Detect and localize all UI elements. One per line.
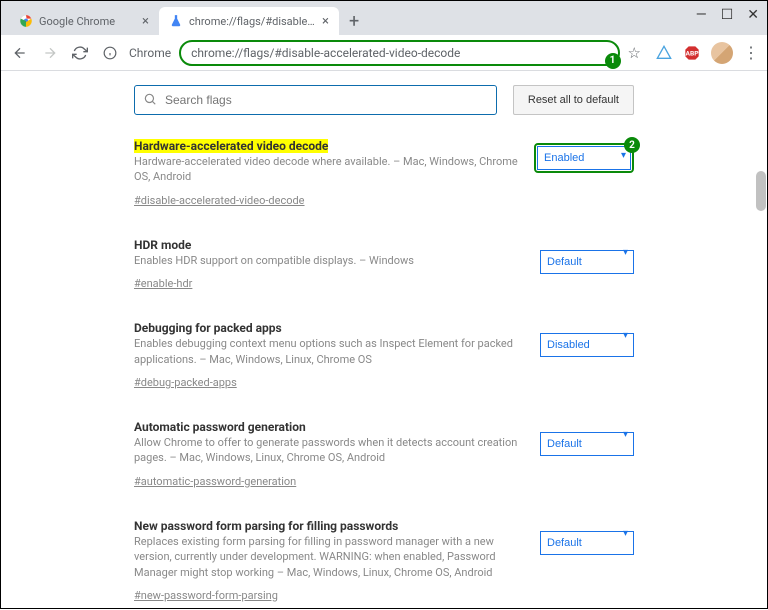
toolbar: Chrome chrome://flags/#disable-accelerat… — [1, 35, 767, 71]
site-info-icon[interactable] — [99, 42, 121, 64]
flag-item: Debugging for packed appsEnables debuggi… — [134, 317, 634, 390]
flag-item: HDR modeEnables HDR support on compatibl… — [134, 234, 634, 291]
flag-title: Automatic password generation — [134, 420, 306, 434]
annotation-badge-2: 2 — [624, 137, 640, 153]
flag-state-select[interactable]: DefaultEnabledDisabled — [540, 250, 634, 274]
tab-title: Google Chrome — [39, 15, 136, 28]
window-controls: — ☐ ✕ — [696, 7, 759, 23]
menu-button[interactable]: ⋮ — [743, 43, 759, 62]
tab-strip: Google Chrome × chrome://flags/#disable-… — [1, 1, 767, 35]
back-button[interactable] — [9, 42, 31, 64]
tab-title: chrome://flags/#disable-accelera — [189, 15, 316, 28]
address-bar[interactable]: chrome://flags/#disable-accelerated-vide… — [179, 40, 619, 66]
maximize-button[interactable]: ☐ — [721, 7, 734, 23]
flag-select-wrap: DefaultEnabledDisabled2 — [534, 143, 634, 173]
page-content: Reset all to default Hardware-accelerate… — [1, 71, 767, 610]
url-text: chrome://flags/#disable-accelerated-vide… — [191, 46, 460, 60]
flag-anchor-link[interactable]: #automatic-password-generation — [134, 475, 296, 488]
toolbar-extensions: ABP ⋮ — [655, 42, 759, 64]
close-tab-icon[interactable]: × — [142, 14, 149, 29]
flag-anchor-link[interactable]: #debug-packed-apps — [134, 376, 237, 389]
flag-anchor-link[interactable]: #new-password-form-parsing — [134, 589, 278, 602]
bookmark-star-icon[interactable]: ☆ — [628, 44, 641, 62]
reset-all-button[interactable]: Reset all to default — [513, 85, 634, 115]
close-tab-icon[interactable]: × — [322, 14, 329, 29]
annotation-badge-1: 1 — [605, 53, 621, 69]
flag-title: Debugging for packed apps — [134, 321, 282, 335]
flag-state-select[interactable]: DefaultEnabledDisabled — [537, 146, 631, 170]
svg-text:ABP: ABP — [685, 49, 699, 57]
close-window-button[interactable]: ✕ — [747, 7, 759, 23]
search-icon — [143, 91, 157, 110]
flask-favicon-icon — [169, 14, 183, 28]
search-row: Reset all to default — [134, 85, 634, 115]
search-flags-box[interactable] — [134, 85, 497, 115]
flag-state-select[interactable]: DefaultEnabledDisabled — [540, 432, 634, 456]
tab-google-chrome[interactable]: Google Chrome × — [9, 7, 159, 35]
flag-item: Automatic password generationAllow Chrom… — [134, 416, 634, 489]
flag-title: New password form parsing for filling pa… — [134, 519, 398, 533]
flag-item: Hardware-accelerated video decodeHardwar… — [134, 135, 634, 208]
flag-anchor-link[interactable]: #disable-accelerated-video-decode — [134, 194, 305, 207]
search-flags-input[interactable] — [165, 93, 488, 107]
flag-title: HDR mode — [134, 238, 191, 252]
profile-avatar[interactable] — [711, 42, 733, 64]
tab-chrome-flags[interactable]: chrome://flags/#disable-accelera × — [159, 7, 339, 35]
flag-item: New password form parsing for filling pa… — [134, 515, 634, 603]
new-tab-button[interactable]: + — [339, 11, 369, 32]
url-prefix: Chrome — [129, 46, 171, 60]
extension-adblock-icon[interactable]: ABP — [683, 44, 701, 62]
extension-triangle-icon[interactable] — [655, 44, 673, 62]
flag-state-select[interactable]: DefaultEnabledDisabled — [540, 333, 634, 357]
minimize-button[interactable]: — — [696, 7, 707, 23]
chrome-favicon-icon — [19, 14, 33, 28]
flag-anchor-link[interactable]: #enable-hdr — [134, 277, 192, 290]
reload-button[interactable] — [69, 42, 91, 64]
flag-state-select[interactable]: DefaultEnabledDisabled — [540, 531, 634, 555]
forward-button[interactable] — [39, 42, 61, 64]
flags-list: Hardware-accelerated video decodeHardwar… — [134, 135, 634, 610]
flag-title: Hardware-accelerated video decode — [134, 139, 328, 153]
scrollbar-thumb[interactable] — [756, 171, 766, 211]
